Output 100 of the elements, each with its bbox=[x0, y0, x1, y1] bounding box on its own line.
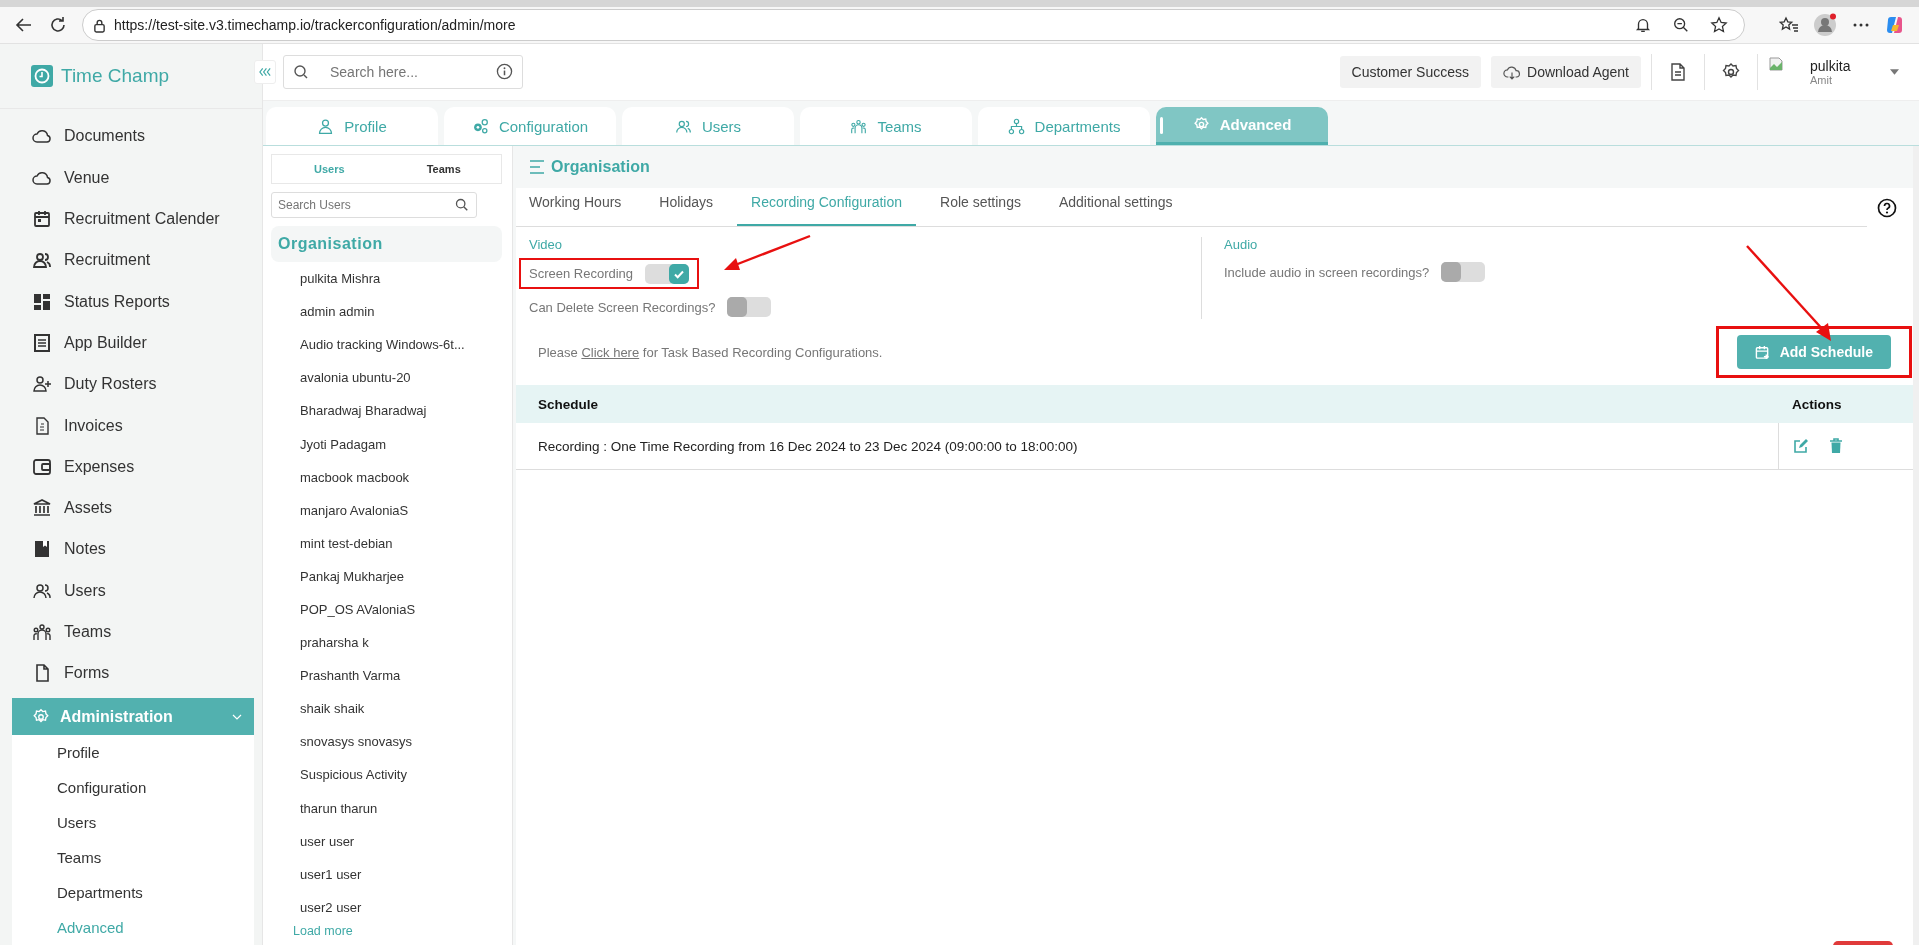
click-here-link[interactable]: Click here bbox=[581, 344, 640, 360]
search-users-field[interactable]: Search Users bbox=[271, 192, 477, 218]
toggle-switch[interactable] bbox=[1441, 262, 1486, 282]
sidebar-item[interactable]: Recruitment bbox=[0, 239, 262, 282]
toggle-label: Include audio in screen recordings? bbox=[1224, 264, 1430, 280]
favorites-icon[interactable] bbox=[1779, 15, 1799, 35]
user-list-item[interactable]: praharsha k bbox=[271, 626, 502, 660]
download-agent-button[interactable]: Download Agent bbox=[1491, 56, 1641, 88]
user-list-item[interactable]: Bharadwaj Bharadwaj bbox=[271, 394, 502, 428]
user-name: pulkita bbox=[1810, 58, 1852, 74]
toggle-label: Can Delete Screen Recordings? bbox=[529, 299, 716, 315]
star-icon[interactable] bbox=[1710, 16, 1728, 34]
user-role: Amit bbox=[1810, 74, 1833, 86]
double-chevron-icon bbox=[258, 67, 272, 77]
user-list-item[interactable]: user2 user bbox=[271, 890, 502, 924]
nav-icon bbox=[32, 291, 52, 312]
toggle-label: Screen Recording bbox=[529, 266, 634, 281]
sidebar-subitem[interactable]: Configuration bbox=[12, 770, 254, 805]
sidebar-subitem[interactable]: Profile bbox=[12, 735, 254, 770]
calendar-plus-icon bbox=[1754, 344, 1770, 360]
tab-icon bbox=[1192, 116, 1210, 133]
user-list-item[interactable]: snovasys snovasys bbox=[271, 725, 502, 759]
user-list-item[interactable]: tharun tharun bbox=[271, 791, 502, 825]
tab-icon bbox=[317, 117, 335, 135]
nav-icon bbox=[32, 332, 52, 353]
task-recording-note: Please Click here for Task Based Recording Configurations. bbox=[538, 344, 883, 360]
delete-icon[interactable] bbox=[1828, 438, 1845, 455]
search-field[interactable]: Search here... bbox=[283, 55, 523, 89]
assistant-icon[interactable] bbox=[1885, 15, 1905, 35]
sidebar-item[interactable]: Venue bbox=[0, 157, 262, 199]
tab-icon bbox=[1007, 117, 1025, 135]
sidebar-item[interactable]: Notes bbox=[0, 528, 262, 571]
user-list-item[interactable]: Suspicious Activity bbox=[271, 758, 502, 792]
user-list-item[interactable]: Audio tracking Windows-6t... bbox=[271, 328, 502, 362]
user-list-item[interactable]: user1 user bbox=[271, 857, 502, 891]
user-list-item[interactable]: Jyoti Padagam bbox=[271, 427, 502, 461]
tab-icon bbox=[850, 117, 868, 135]
app-logo-text: Time Champ bbox=[61, 64, 170, 87]
tab[interactable]: Role settings bbox=[926, 190, 1035, 226]
sidebar-item[interactable]: Forms bbox=[0, 652, 262, 694]
sidebar-subitem[interactable]: Teams bbox=[12, 840, 254, 875]
user-list-item[interactable]: Prashanth Varma bbox=[271, 659, 502, 693]
table-cell: Recording : One Time Recording from 16 Dec 2024 to 23 Dec 2024 (09:00:00 to 18:00:00) bbox=[516, 423, 1778, 470]
sidebar-item[interactable]: Invoices bbox=[0, 404, 262, 447]
nav-icon bbox=[32, 539, 52, 560]
clock-logo-icon bbox=[31, 64, 53, 87]
address-bar[interactable]: https://test-site.v3.timechamp.io/trackerconfiguration/admin/more bbox=[82, 9, 1745, 41]
nav-icon bbox=[32, 622, 52, 643]
section-heading: Audio bbox=[1224, 237, 1259, 252]
sidebar-item[interactable]: Expenses bbox=[0, 446, 262, 488]
nav-icon bbox=[32, 250, 52, 271]
customer-success-button[interactable]: Customer Success bbox=[1339, 56, 1482, 88]
nav-icon bbox=[32, 374, 52, 395]
toggle-switch[interactable] bbox=[727, 297, 772, 317]
sidebar-item[interactable]: App Builder bbox=[0, 322, 262, 364]
nav-icon bbox=[32, 498, 52, 519]
sidebar-item[interactable]: Assets bbox=[0, 487, 262, 529]
zoom-out-icon[interactable] bbox=[1672, 16, 1690, 34]
tab[interactable]: Additional settings bbox=[1044, 190, 1187, 226]
column-header: Schedule bbox=[516, 385, 1778, 423]
search-icon bbox=[293, 64, 309, 80]
info-icon[interactable] bbox=[496, 63, 513, 80]
column-header: Actions bbox=[1778, 385, 1913, 423]
nav-icon bbox=[32, 456, 52, 477]
section-title: Organisation bbox=[551, 158, 650, 176]
user-list-item[interactable]: admin admin bbox=[271, 295, 502, 329]
toggle-switch[interactable] bbox=[645, 263, 690, 284]
chevron-icon bbox=[232, 713, 242, 720]
section-heading: Video bbox=[529, 237, 563, 252]
user-list-item[interactable]: macbook macbook bbox=[271, 460, 502, 494]
sidebar-item[interactable]: Users bbox=[0, 570, 262, 612]
tab-icon bbox=[471, 117, 489, 135]
help-icon[interactable] bbox=[1877, 198, 1897, 218]
tab[interactable]: Working Hours bbox=[529, 190, 636, 226]
sidebar-item[interactable]: Recruitment Calender bbox=[0, 198, 262, 240]
sidebar-item[interactable]: Status Reports bbox=[0, 281, 262, 323]
profile-avatar-icon[interactable] bbox=[1813, 13, 1837, 37]
url-text: https://test-site.v3.timechamp.io/trackerconfiguration/admin/more bbox=[114, 17, 516, 33]
user-list-item[interactable]: mint test-debian bbox=[271, 526, 502, 560]
broken-image-icon bbox=[1768, 56, 1784, 72]
caret-icon[interactable] bbox=[1890, 69, 1899, 75]
user-list-item[interactable]: user user bbox=[271, 824, 502, 858]
user-list-item[interactable]: pulkita Mishra bbox=[271, 262, 502, 296]
search-icon bbox=[455, 198, 469, 212]
sidebar-item[interactable]: Duty Rosters bbox=[0, 363, 262, 405]
edit-icon[interactable] bbox=[1792, 438, 1809, 455]
bell-icon[interactable] bbox=[1634, 16, 1652, 34]
user-list-item[interactable]: shaik shaik bbox=[271, 692, 502, 726]
tab[interactable]: Holidays bbox=[645, 190, 728, 226]
sidebar-subitem[interactable]: Users bbox=[12, 805, 254, 840]
reload-icon[interactable] bbox=[48, 15, 68, 35]
user-list-item[interactable]: POP_OS AValoniaS bbox=[271, 592, 502, 627]
lock-icon bbox=[93, 17, 106, 33]
sidebar-subitem[interactable]: Departments bbox=[12, 875, 254, 910]
user-list-item[interactable]: manjaro AvaloniaS bbox=[271, 493, 502, 527]
sidebar-item[interactable]: Teams bbox=[0, 611, 262, 653]
user-list-item[interactable]: Pankaj Mukharjee bbox=[271, 559, 502, 593]
document-icon[interactable] bbox=[1668, 62, 1688, 82]
sidebar-item[interactable]: Documents bbox=[0, 115, 262, 158]
user-list-item[interactable]: avalonia ubuntu-20 bbox=[271, 361, 502, 395]
